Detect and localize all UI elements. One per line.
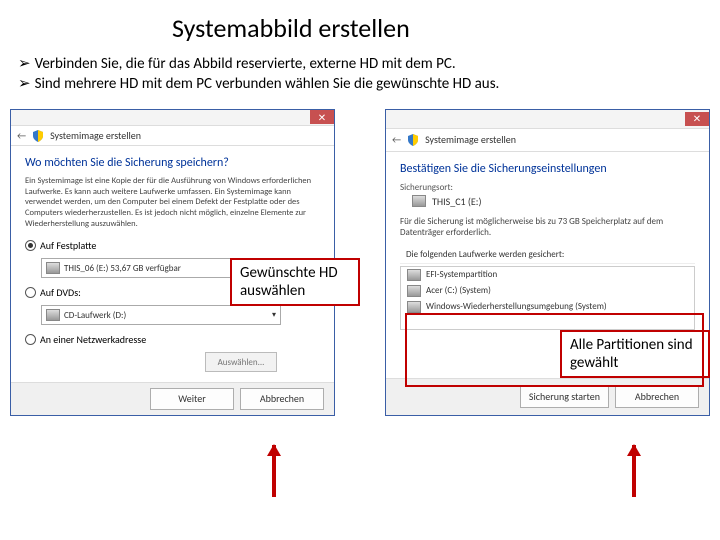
arrow-to-start-button: [632, 445, 636, 497]
callout-all-partitions: Alle Partitionen sind gewählt: [560, 330, 710, 378]
partition-item: EFI-Systempartition: [401, 267, 694, 283]
drive-icon: [46, 262, 60, 274]
radio-icon: [25, 334, 36, 345]
space-info: Für die Sicherung ist möglicherweise bis…: [400, 216, 695, 238]
drive-icon: [407, 301, 421, 313]
dialog-footer: Weiter Abbrechen: [11, 382, 334, 414]
dialog-heading: Wo möchten Sie die Sicherung speichern?: [25, 156, 320, 170]
dialog-description: Ein Systemimage ist eine Kopie der für d…: [25, 176, 320, 229]
slide-title: Systemabbild erstellen: [0, 0, 720, 44]
partition-item: Acer (C:) (System): [401, 283, 694, 299]
bullet-arrow-icon: ➢: [18, 54, 31, 74]
breadcrumb-text: Systemimage erstellen: [425, 133, 516, 146]
target-label: Sicherungsort:: [400, 182, 695, 193]
back-arrow-icon[interactable]: ←: [392, 133, 401, 146]
dialog-heading: Bestätigen Sie die Sicherungseinstellung…: [400, 162, 695, 176]
partition-item: Windows-Wiederherstellungsumgebung (Syst…: [401, 299, 694, 315]
target-value: THIS_C1 (E:): [432, 195, 481, 208]
start-backup-button[interactable]: Sicherung starten: [520, 386, 609, 408]
next-button[interactable]: Weiter: [150, 388, 234, 410]
drive-icon: [46, 309, 60, 321]
bullet-text: Verbinden Sie, die für das Abbild reserv…: [35, 54, 456, 74]
drive-icon: [407, 269, 421, 281]
partitions-list: EFI-Systempartition Acer (C:) (System) W…: [400, 266, 695, 330]
breadcrumb: ← Systemimage erstellen: [11, 126, 334, 146]
drive-icon: [407, 285, 421, 297]
radio-icon: [25, 240, 36, 251]
radio-icon: [25, 287, 36, 298]
radio-label: Auf DVDs:: [40, 286, 81, 299]
cancel-button[interactable]: Abbrechen: [615, 386, 699, 408]
titlebar: ✕: [11, 110, 334, 127]
breadcrumb-text: Systemimage erstellen: [50, 129, 141, 142]
shield-icon: [32, 130, 44, 142]
chevron-down-icon: ▾: [272, 310, 276, 320]
partition-name: Acer (C:) (System): [426, 285, 491, 296]
titlebar: ✕: [386, 110, 709, 129]
close-button[interactable]: ✕: [310, 110, 334, 124]
shield-icon: [407, 134, 419, 146]
arrow-to-next-button: [272, 445, 276, 497]
partition-name: Windows-Wiederherstellungsumgebung (Syst…: [426, 301, 607, 312]
partition-name: EFI-Systempartition: [426, 269, 497, 280]
radio-harddisk[interactable]: Auf Festplatte: [25, 239, 320, 252]
dvd-dropdown[interactable]: CD-Laufwerk (D:) ▾: [41, 305, 281, 325]
partitions-header: Die folgenden Laufwerke werden gesichert…: [400, 246, 695, 264]
dialog-footer: Sicherung starten Abbrechen: [386, 378, 709, 415]
backup-target: THIS_C1 (E:): [412, 195, 695, 208]
bullet-text: Sind mehrere HD mit dem PC verbunden wäh…: [35, 74, 500, 94]
bullet-item: ➢ Verbinden Sie, die für das Abbild rese…: [18, 54, 702, 74]
bullet-list: ➢ Verbinden Sie, die für das Abbild rese…: [18, 54, 702, 95]
radio-label: Auf Festplatte: [40, 239, 96, 252]
cancel-button[interactable]: Abbrechen: [240, 388, 324, 410]
radio-label: An einer Netzwerkadresse: [40, 333, 146, 346]
bullet-arrow-icon: ➢: [18, 74, 31, 94]
dropdown-value: THIS_06 (E:) 53,67 GB verfügbar: [64, 263, 181, 274]
close-button[interactable]: ✕: [685, 112, 709, 126]
radio-network[interactable]: An einer Netzwerkadresse: [25, 333, 320, 346]
dropdown-value: CD-Laufwerk (D:): [64, 310, 126, 321]
select-network-button[interactable]: Auswählen...: [205, 352, 277, 372]
back-arrow-icon[interactable]: ←: [17, 129, 26, 142]
breadcrumb: ← Systemimage erstellen: [386, 129, 709, 152]
callout-select-hd: Gewünschte HD auswählen: [230, 258, 360, 306]
close-icon: ✕: [693, 112, 701, 125]
bullet-item: ➢ Sind mehrere HD mit dem PC verbunden w…: [18, 74, 702, 94]
drive-icon: [412, 195, 426, 207]
close-icon: ✕: [318, 111, 326, 124]
